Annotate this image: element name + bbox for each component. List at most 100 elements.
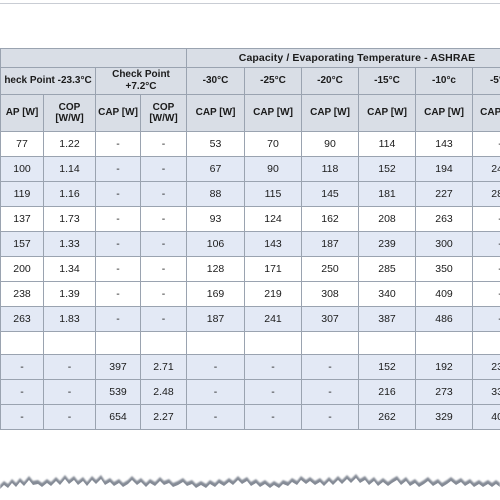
table-cell-r3-c9: - [471, 206, 500, 232]
table-cell-r7-c8: 486 [415, 306, 473, 332]
table-cell-r11-c9: 408 [471, 404, 500, 430]
table-cell-r10-c5: - [244, 379, 302, 405]
table-cell-r4-c9: - [471, 231, 500, 257]
table-cell-r7-c2: - [95, 306, 141, 332]
table-cell-r0-c5: 70 [244, 131, 302, 157]
table-body: 771.22--537090114143-1001.14--6790118152… [0, 131, 500, 430]
table-cell-r1-c5: 90 [244, 156, 302, 182]
table-cell-r5-c5: 171 [244, 256, 302, 282]
table-cell-r5-c8: 350 [415, 256, 473, 282]
table-cell-r8-c6 [301, 331, 359, 355]
unit-header-col-0-line1: AP [W] [5, 107, 39, 119]
table-cell-r6-c2: - [95, 281, 141, 307]
table-cell-r11-c2: 654 [95, 404, 141, 430]
table-cell-r10-c6: - [301, 379, 359, 405]
table-cell-r6-c1: 1.39 [43, 281, 96, 307]
table-cell-r10-c2: 539 [95, 379, 141, 405]
table-cell-r8-c3 [140, 331, 187, 355]
table-cell-r2-c5: 115 [244, 181, 302, 207]
table-cell-r6-c9: - [471, 281, 500, 307]
table-cell-r0-c9: - [471, 131, 500, 157]
table-cell-r1-c0: 100 [0, 156, 44, 182]
table-row: 771.22--537090114143- [0, 131, 500, 157]
table-header: Capacity / Evaporating Temperature - ASH… [0, 48, 500, 132]
top-divider-rule [0, 3, 500, 4]
unit-header-col-7: CAP [W] [358, 94, 416, 132]
table-row: --6542.27---262329408 [0, 404, 500, 430]
table-cell-r8-c5 [244, 331, 302, 355]
table-title-row: Capacity / Evaporating Temperature - ASH… [0, 48, 500, 68]
table-cell-r0-c3: - [140, 131, 187, 157]
table-cell-r9-c0: - [0, 354, 44, 380]
unit-header-col-8-line1: CAP [W] [424, 107, 464, 119]
table-cell-r6-c0: 238 [0, 281, 44, 307]
group-header-check-point-warm: Check Point +7.2°C [95, 67, 187, 95]
table-cell-r2-c4: 88 [186, 181, 245, 207]
table-row: --3972.71---152192239 [0, 354, 500, 380]
unit-header-col-4: CAP [W] [186, 94, 245, 132]
table-cell-r4-c6: 187 [301, 231, 359, 257]
table-row: 1571.33--106143187239300- [0, 231, 500, 257]
table-row: --5392.48---216273337 [0, 379, 500, 405]
table-row: 2381.39--169219308340409- [0, 281, 500, 307]
table-cell-r0-c8: 143 [415, 131, 473, 157]
table-cell-r2-c8: 227 [415, 181, 473, 207]
table-cell-r7-c3: - [140, 306, 187, 332]
table-cell-r6-c5: 219 [244, 281, 302, 307]
unit-header-col-7-line1: CAP [W] [367, 107, 407, 119]
table-cell-r7-c4: 187 [186, 306, 245, 332]
table-cell-r5-c6: 250 [301, 256, 359, 282]
table-cell-r11-c3: 2.27 [140, 404, 187, 430]
table-cell-r2-c2: - [95, 181, 141, 207]
table-cell-r3-c8: 263 [415, 206, 473, 232]
table-cell-r1-c7: 152 [358, 156, 416, 182]
temp-header-minus10: -10°c [415, 67, 473, 95]
table-cell-r2-c9: 284 [471, 181, 500, 207]
unit-header-col-3: COP [W/W] [140, 94, 187, 132]
table-cell-r11-c7: 262 [358, 404, 416, 430]
unit-header-col-9-line1: CAP [W] [480, 107, 500, 119]
temp-header-minus15: -15°C [358, 67, 416, 95]
table-cell-r5-c0: 200 [0, 256, 44, 282]
temp-header-minus30: -30°C [186, 67, 245, 95]
table-row: 1191.16--88115145181227284 [0, 181, 500, 207]
table-cell-r9-c6: - [301, 354, 359, 380]
table-cell-r7-c1: 1.83 [43, 306, 96, 332]
table-cell-r0-c6: 90 [301, 131, 359, 157]
unit-header-col-2-line1: CAP [W] [98, 107, 138, 119]
table-cell-r0-c2: - [95, 131, 141, 157]
unit-header-col-3-line1: COP [152, 101, 175, 113]
unit-header-col-6: CAP [W] [301, 94, 359, 132]
table-cell-r5-c7: 285 [358, 256, 416, 282]
table-cell-r11-c1: - [43, 404, 96, 430]
table-cell-r1-c9: 244 [471, 156, 500, 182]
table-cell-r5-c3: - [140, 256, 187, 282]
table-cell-r7-c6: 307 [301, 306, 359, 332]
table-cell-r7-c0: 263 [0, 306, 44, 332]
table-cell-r10-c8: 273 [415, 379, 473, 405]
table-cell-r0-c4: 53 [186, 131, 245, 157]
capacity-table-sheet: Capacity / Evaporating Temperature - ASH… [0, 48, 500, 430]
table-cell-r3-c3: - [140, 206, 187, 232]
table-cell-r6-c4: 169 [186, 281, 245, 307]
unit-header-col-9: CAP [W] [471, 94, 500, 132]
table-cell-r4-c7: 239 [358, 231, 416, 257]
temp-header-minus25: -25°C [244, 67, 302, 95]
table-cell-r7-c5: 241 [244, 306, 302, 332]
table-cell-r9-c3: 2.71 [140, 354, 187, 380]
unit-header-col-1-line2: [W/W] [55, 113, 84, 124]
table-cell-r1-c6: 118 [301, 156, 359, 182]
unit-header-col-8: CAP [W] [415, 94, 473, 132]
table-cell-r10-c4: - [186, 379, 245, 405]
table-cell-r3-c0: 137 [0, 206, 44, 232]
table-cell-r6-c8: 409 [415, 281, 473, 307]
table-cell-r2-c3: - [140, 181, 187, 207]
capacity-evaporating-temperature-table: Capacity / Evaporating Temperature - ASH… [0, 48, 500, 430]
table-cell-r1-c2: - [95, 156, 141, 182]
table-cell-r8-c0 [0, 331, 44, 355]
group-header-check-point-cold: heck Point -23.3°C [0, 67, 96, 95]
unit-header-col-1-line1: COP [58, 101, 81, 113]
table-cell-r1-c3: - [140, 156, 187, 182]
unit-header-col-3-line2: [W/W] [149, 113, 178, 124]
table-cell-r4-c0: 157 [0, 231, 44, 257]
